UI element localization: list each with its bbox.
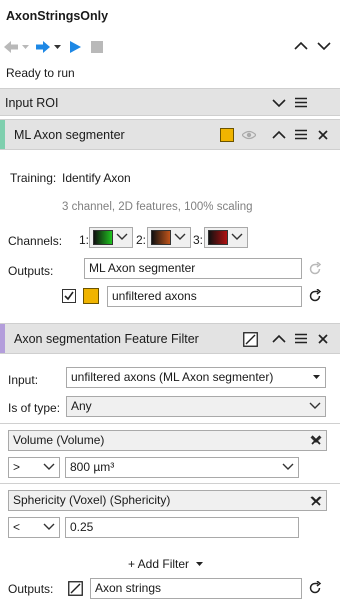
filter-2-feature-value: Sphericity (Voxel) (Sphericity): [13, 493, 171, 507]
workflow-title: AxonStringsOnly: [6, 9, 109, 23]
training-label: Training:: [10, 171, 57, 185]
channel-3-color-picker[interactable]: [204, 227, 248, 248]
stop-icon[interactable]: [91, 41, 103, 53]
divider: [0, 423, 340, 424]
input-select-value: unfiltered axons (ML Axon segmenter): [71, 370, 274, 384]
add-filter-label: + Add Filter: [128, 557, 190, 571]
channel-2-swatch: [151, 230, 171, 245]
chevron-down-icon: [43, 463, 55, 470]
filter-1-feature-value: Volume (Volume): [13, 433, 105, 447]
segmenter-color-swatch[interactable]: [220, 128, 234, 142]
filter-2-operator-select[interactable]: <: [8, 517, 60, 538]
channels-label: Channels:: [8, 234, 63, 248]
chevron-down-icon: [282, 463, 294, 470]
output-layer-color-swatch[interactable]: [83, 288, 99, 304]
filter-1-value-input[interactable]: 800 µm³: [65, 457, 299, 478]
segmenter-title: ML Axon segmenter: [14, 128, 125, 142]
reset-icon[interactable]: [308, 262, 322, 276]
feature-filter-title: Axon segmentation Feature Filter: [14, 332, 199, 346]
chevron-down-icon: [231, 233, 243, 240]
expand-down-icon[interactable]: [317, 41, 331, 51]
menu-icon[interactable]: [295, 129, 307, 140]
remove-filter-2-icon[interactable]: [311, 496, 321, 506]
edit-style-icon[interactable]: [243, 332, 258, 347]
segmenter-accent-bar: [0, 120, 5, 149]
input-select[interactable]: unfiltered axons (ML Axon segmenter): [66, 367, 326, 388]
chevron-down-icon: [116, 233, 128, 240]
filter-2-operator-value: <: [13, 520, 21, 534]
channel-1-label: 1:: [79, 233, 90, 247]
type-select[interactable]: Any: [66, 396, 326, 417]
eye-icon[interactable]: [242, 130, 256, 140]
filter-1-operator-value: >: [13, 460, 21, 474]
channel-1-color-picker[interactable]: [89, 227, 133, 248]
channel-2-label: 2:: [136, 233, 147, 247]
back-dropdown-icon[interactable]: [22, 45, 29, 50]
channel-2-color-picker[interactable]: [147, 227, 191, 248]
close-icon[interactable]: [318, 334, 328, 344]
input-label: Input:: [8, 373, 39, 387]
filter-outputs-label: Outputs:: [8, 582, 54, 596]
chevron-up-icon[interactable]: [272, 334, 286, 344]
menu-icon[interactable]: [295, 333, 307, 344]
channel-3-label: 3:: [193, 233, 204, 247]
feature-filter-header[interactable]: Axon segmentation Feature Filter: [0, 323, 340, 354]
run-status: Ready to run: [6, 66, 75, 80]
remove-filter-1-icon[interactable]: [311, 435, 321, 445]
add-filter-button[interactable]: + Add Filter: [128, 557, 204, 571]
chevron-down-icon: [174, 233, 186, 240]
filter-accent-bar: [0, 324, 5, 353]
menu-icon[interactable]: [295, 97, 307, 108]
run-icon[interactable]: [69, 40, 82, 54]
divider: [0, 483, 340, 484]
filter-output-name-field[interactable]: Axon strings: [90, 578, 302, 599]
chevron-up-icon[interactable]: [272, 130, 286, 140]
training-value: Identify Axon: [62, 171, 131, 185]
chevron-down-icon: [43, 523, 55, 530]
back-arrow-icon[interactable]: [3, 40, 19, 54]
dropdown-arrow-icon: [313, 375, 320, 379]
reset-icon[interactable]: [308, 581, 322, 595]
channel-1-swatch: [93, 230, 113, 245]
input-roi-label: Input ROI: [5, 96, 59, 110]
input-roi-header[interactable]: Input ROI: [0, 88, 340, 116]
collapse-up-icon[interactable]: [294, 41, 308, 51]
type-label: Is of type:: [8, 401, 61, 415]
edit-style-icon[interactable]: [68, 581, 83, 596]
reset-icon[interactable]: [308, 289, 322, 303]
dropdown-arrow-icon: [196, 562, 204, 567]
features-info: 3 channel, 2D features, 100% scaling: [62, 201, 253, 213]
filter-1-operator-select[interactable]: >: [8, 457, 60, 478]
close-icon[interactable]: [318, 130, 328, 140]
checkmark-icon: [64, 291, 74, 301]
forward-dropdown-icon[interactable]: [54, 45, 61, 50]
segmenter-output-name-field[interactable]: ML Axon segmenter: [84, 258, 302, 279]
forward-arrow-icon[interactable]: [35, 40, 51, 54]
output-layer-checkbox[interactable]: [62, 289, 76, 303]
chevron-down-icon: [309, 402, 321, 409]
filter-2-feature-select[interactable]: Sphericity (Voxel) (Sphericity): [8, 490, 327, 511]
type-select-value: Any: [71, 399, 92, 413]
outputs-label: Outputs:: [8, 264, 54, 278]
ml-segmenter-header[interactable]: ML Axon segmenter: [0, 119, 340, 150]
filter-1-feature-select[interactable]: Volume (Volume): [8, 430, 327, 451]
channel-3-swatch: [208, 230, 228, 245]
filter-1-value: 800 µm³: [70, 460, 115, 474]
chevron-down-icon[interactable]: [272, 98, 286, 108]
output-layer-name-field[interactable]: unfiltered axons: [107, 286, 302, 307]
filter-2-value-input[interactable]: 0.25: [65, 517, 299, 538]
